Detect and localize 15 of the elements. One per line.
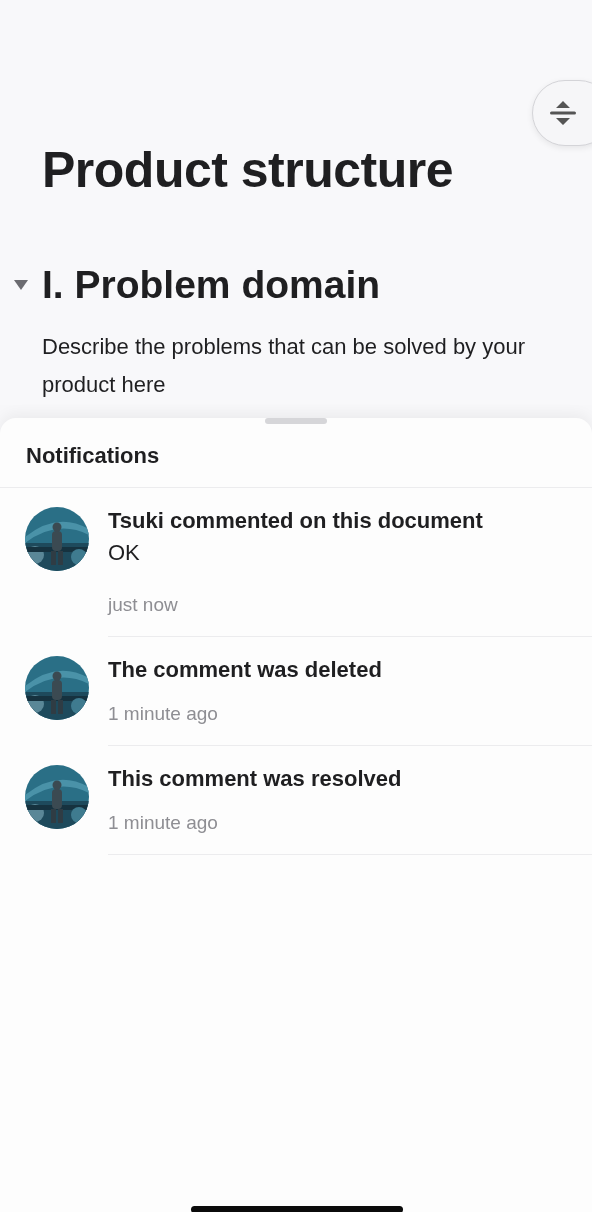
collapse-triangle-icon[interactable] bbox=[14, 280, 28, 290]
drag-handle[interactable] bbox=[265, 418, 327, 424]
body-text: Describe the problems that can be solved by your product here bbox=[42, 333, 527, 399]
collapse-button[interactable] bbox=[532, 80, 592, 146]
collapse-icon bbox=[549, 100, 577, 126]
notification-title: Tsuki commented on this document bbox=[108, 507, 484, 535]
notification-title: This comment was resolved bbox=[108, 765, 403, 793]
timestamp: 1 minute ago bbox=[108, 702, 219, 726]
comment-text: OK bbox=[108, 539, 141, 567]
notification-title: The comment was deleted bbox=[108, 656, 383, 684]
section-heading: I. Problem domain bbox=[42, 262, 381, 308]
sheet-title: Notifications bbox=[0, 424, 592, 488]
document-title: Product structure bbox=[42, 141, 453, 200]
timestamp: just now bbox=[108, 593, 179, 617]
timestamp: 1 minute ago bbox=[108, 811, 219, 835]
